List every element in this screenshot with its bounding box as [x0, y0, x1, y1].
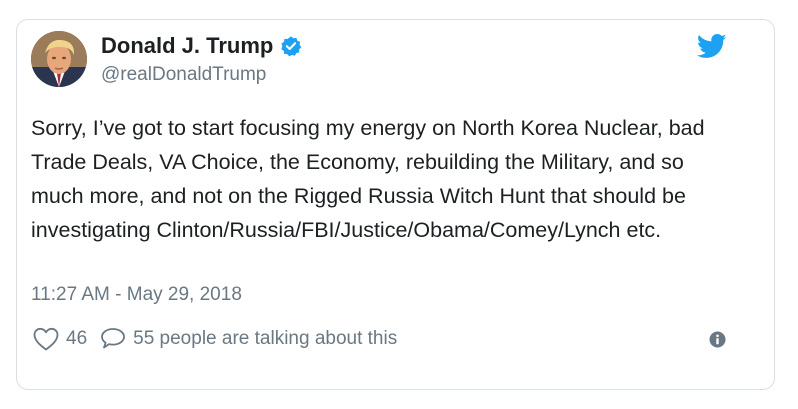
- author-row: Donald J. Trump: [101, 33, 302, 59]
- reply-button[interactable]: 55 people are talking about this: [100, 327, 397, 351]
- tweet-timestamp[interactable]: 11:27 AM - May 29, 2018: [31, 283, 242, 307]
- tweet-actions: 46 55 people are talking about this: [33, 326, 397, 352]
- tweet-text: Sorry, I’ve got to start focusing my ene…: [31, 116, 705, 242]
- like-count: 46: [66, 328, 88, 349]
- info-icon[interactable]: [709, 331, 726, 348]
- twitter-bird-icon[interactable]: [696, 34, 727, 59]
- avatar-image: [31, 31, 87, 87]
- author-name[interactable]: Donald J. Trump: [101, 33, 273, 59]
- avatar[interactable]: [31, 31, 87, 87]
- heart-icon: [33, 327, 59, 351]
- speech-bubble-icon: [100, 327, 126, 351]
- verified-badge-icon: [280, 35, 302, 57]
- like-button[interactable]: 46: [33, 327, 87, 351]
- author-handle[interactable]: @realDonaldTrump: [101, 63, 266, 87]
- talking-count: 55 people are talking about this: [133, 328, 398, 349]
